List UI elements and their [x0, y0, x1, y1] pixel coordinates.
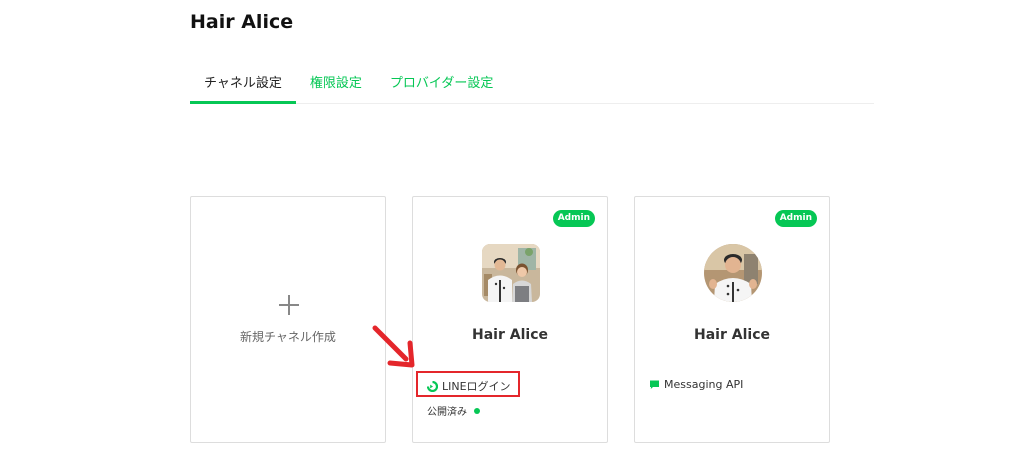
highlight-box: [416, 371, 520, 397]
create-channel-label: 新規チャネル作成: [240, 330, 336, 344]
channel-card-messaging-api[interactable]: Admin Hair Alice Messaging API: [634, 196, 830, 443]
channel-name: Hair Alice: [472, 327, 548, 343]
admin-badge: Admin: [774, 210, 817, 227]
publish-status: 公開済み: [427, 403, 480, 418]
tab-provider-settings[interactable]: プロバイダー設定: [376, 66, 507, 102]
channel-name: Hair Alice: [694, 327, 770, 343]
admin-badge: Admin: [552, 210, 595, 227]
channel-type: Messaging API: [649, 378, 743, 391]
status-dot: [474, 407, 480, 414]
messaging-api-icon: [650, 380, 659, 389]
tab-permission-settings[interactable]: 権限設定: [296, 66, 376, 102]
page: Hair Alice チャネル設定 権限設定 プロバイダー設定 新規チャネル作成…: [0, 0, 1024, 458]
provider-title: Hair Alice: [190, 11, 294, 33]
tab-channel-settings[interactable]: チャネル設定: [190, 66, 296, 104]
plus-icon: [279, 295, 299, 315]
red-arrow-icon: [372, 325, 415, 368]
avatar: [482, 244, 540, 302]
channel-type-label: Messaging API: [664, 378, 744, 391]
tab-bar: チャネル設定 権限設定 プロバイダー設定: [190, 66, 874, 104]
create-channel-card[interactable]: 新規チャネル作成: [190, 196, 386, 443]
status-label: 公開済み: [427, 407, 467, 418]
channel-card-line-login[interactable]: Admin Hair Alice LINEログイン 公開済み: [412, 196, 608, 443]
avatar: [704, 244, 762, 302]
